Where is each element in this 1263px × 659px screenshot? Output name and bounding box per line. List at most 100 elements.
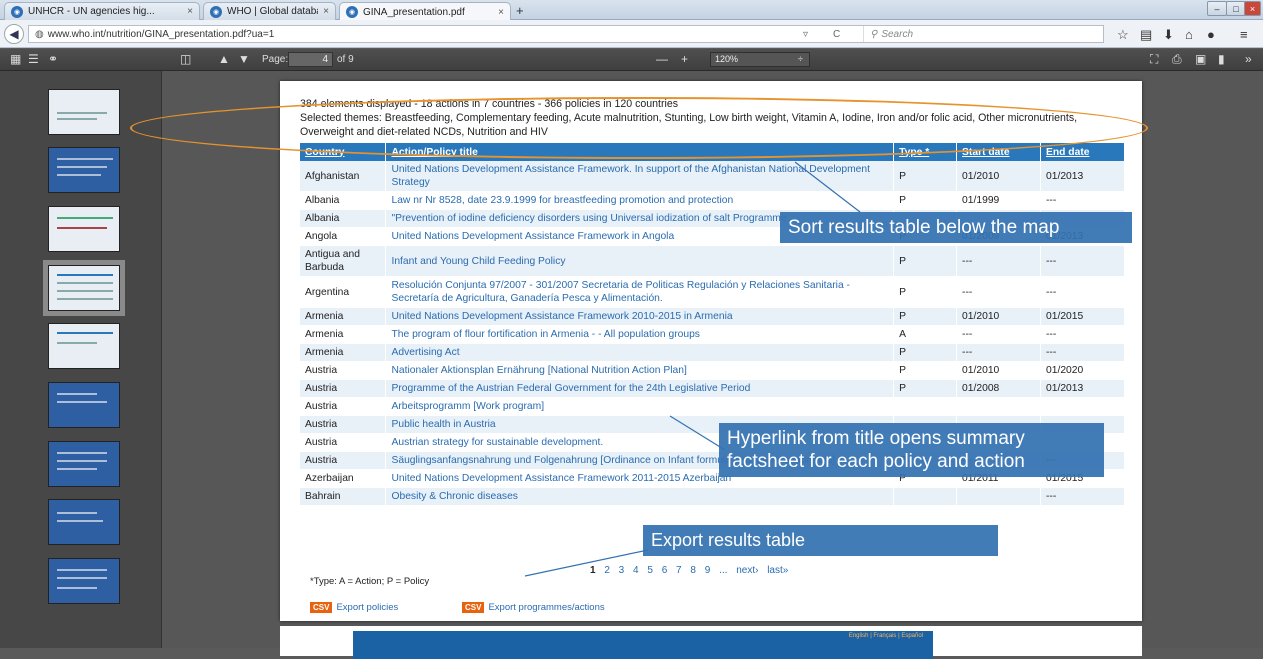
country-cell: Austria <box>300 379 387 398</box>
save-icon[interactable]: ▣ <box>1195 52 1206 66</box>
presentation-mode-icon[interactable]: ⛶ <box>1150 52 1158 67</box>
end-date-cell: --- <box>1040 191 1125 210</box>
zoom-in-button[interactable]: + <box>681 52 688 66</box>
csv-icon: CSV <box>462 602 485 613</box>
page-thumbnail-3[interactable] <box>48 206 120 252</box>
title-link[interactable]: Advertising Act <box>385 343 895 362</box>
zoom-select[interactable]: 120% ÷ <box>710 52 810 67</box>
chat-icon[interactable]: ● <box>1207 27 1215 42</box>
export-policies-link[interactable]: CSV Export policies <box>310 602 398 613</box>
type-cell: P <box>893 191 958 210</box>
bookmark-star-icon[interactable]: ☆ <box>1117 27 1129 43</box>
type-cell: P <box>893 276 958 308</box>
page-count: of 9 <box>337 54 354 65</box>
country-cell: Afghanistan <box>300 161 387 192</box>
address-bar[interactable]: ◍ www.who.int/nutrition/GINA_presentatio… <box>28 25 1104 43</box>
page-thumbnail-6[interactable] <box>48 382 120 428</box>
title-link[interactable]: Nationaler Aktionsplan Ernährung [Nation… <box>385 361 895 380</box>
bookmark-icon[interactable]: ▮ <box>1218 52 1225 66</box>
tools-icon[interactable]: » <box>1245 52 1252 66</box>
previous-page-icon[interactable]: ▲ <box>218 52 230 66</box>
page-thumbnail-2[interactable] <box>48 147 120 193</box>
title-link[interactable]: Programme of the Austrian Federal Govern… <box>385 379 895 398</box>
title-link[interactable]: Obesity & Chronic diseases <box>385 487 895 506</box>
page-thumbnail-4[interactable] <box>43 260 125 316</box>
start-date-cell <box>956 487 1041 506</box>
page-thumbnail-1[interactable] <box>48 89 120 135</box>
start-date-cell: 01/2010 <box>956 307 1041 326</box>
title-link[interactable]: Resolución Conjunta 97/2007 - 301/2007 S… <box>385 276 895 308</box>
toggle-sidebar-icon[interactable]: ◫ <box>180 52 191 66</box>
table-row: Austria Programme of the Austrian Federal… <box>300 379 1125 398</box>
type-cell: P <box>893 379 958 398</box>
page-links[interactable]: 2 3 4 5 6 7 8 9 <box>604 565 710 576</box>
page-thumbnail-7[interactable] <box>48 441 120 487</box>
page-label: Page: <box>262 54 289 65</box>
title-link[interactable]: The program of flour fortification in Ar… <box>385 325 895 344</box>
type-footnote: *Type: A = Action; P = Policy <box>310 576 430 587</box>
end-date-cell: 01/2020 <box>1040 361 1125 380</box>
end-date-cell <box>1040 397 1125 416</box>
type-cell <box>893 397 958 416</box>
new-tab-button[interactable]: + <box>516 3 524 18</box>
thumbnail-view-icon[interactable]: ▦ <box>10 52 21 66</box>
globe-icon: ◍ <box>35 28 44 40</box>
zoom-out-button[interactable]: — <box>656 52 668 66</box>
menu-icon[interactable]: ≡ <box>1240 27 1248 42</box>
who-favicon-icon: ◉ <box>346 6 358 18</box>
country-cell: Albania <box>300 191 387 210</box>
title-link[interactable]: Infant and Young Child Feeding Policy <box>385 245 895 277</box>
page-thumbnail-9[interactable] <box>48 558 120 604</box>
dropdown-icon[interactable]: ▿ <box>803 29 833 40</box>
who-favicon-icon: ◉ <box>210 5 222 18</box>
print-icon[interactable]: ⎙ <box>1172 52 1182 67</box>
page-thumbnail-5[interactable] <box>48 323 120 369</box>
start-date-cell: 01/2010 <box>956 161 1041 192</box>
end-date-cell: 01/2013 <box>1040 161 1125 192</box>
title-link[interactable]: Arbeitsprogramm [Work program] <box>385 397 895 416</box>
tab-who[interactable]: ◉ WHO | Global database on ... × <box>203 2 336 20</box>
tab-unhcr[interactable]: ◉ UNHCR - UN agencies hig... × <box>4 2 200 20</box>
reload-button[interactable]: C <box>833 29 863 40</box>
table-row: Armenia Advertising Act P --- --- <box>300 343 1125 362</box>
country-cell: Albania <box>300 209 387 228</box>
export-programmes-link[interactable]: CSV Export programmes/actions <box>462 602 605 613</box>
close-tab-icon[interactable]: × <box>323 6 329 17</box>
highlight-oval <box>130 97 1148 159</box>
table-row: Albania Law nr Nr 8528, date 23.9.1999 fo… <box>300 191 1125 210</box>
table-row: Armenia United Nations Development Assist… <box>300 307 1125 326</box>
attachments-icon[interactable]: ⚭ <box>48 52 58 66</box>
next-last-links[interactable]: ... next› last» <box>719 565 788 576</box>
next-pdf-page: English | Français | Español <box>280 626 1142 659</box>
country-cell: Austria <box>300 451 387 470</box>
window-close-button[interactable]: × <box>1244 1 1261 16</box>
title-link[interactable]: United Nations Development Assistance Fr… <box>385 307 895 326</box>
close-tab-icon[interactable]: × <box>498 7 504 18</box>
outline-view-icon[interactable]: ☰ <box>28 52 39 66</box>
reading-list-icon[interactable]: ▤ <box>1140 27 1152 43</box>
page-thumbnail-8[interactable] <box>48 499 120 545</box>
tab-gina-pdf[interactable]: ◉ GINA_presentation.pdf × <box>339 2 511 21</box>
country-cell: Armenia <box>300 325 387 344</box>
country-cell: Armenia <box>300 343 387 362</box>
minimize-button[interactable]: – <box>1207 1 1227 16</box>
close-tab-icon[interactable]: × <box>187 6 193 17</box>
next-page-icon[interactable]: ▼ <box>238 52 250 66</box>
callout-export: Export results table <box>643 525 998 556</box>
chevron-down-icon: ÷ <box>798 54 803 64</box>
back-button[interactable]: ◀ <box>4 24 24 44</box>
type-cell: P <box>893 343 958 362</box>
page-number-input[interactable]: 4 <box>288 52 333 67</box>
language-links: English | Français | Español <box>848 633 923 639</box>
tab-label: WHO | Global database on ... <box>227 6 318 17</box>
type-cell: P <box>893 361 958 380</box>
maximize-button[interactable]: □ <box>1226 1 1246 16</box>
type-cell <box>893 487 958 506</box>
search-input[interactable]: ⚲ Search <box>863 26 1103 42</box>
start-date-cell: 01/2008 <box>956 379 1041 398</box>
callout-sort: Sort results table below the map <box>780 212 1132 243</box>
title-link[interactable]: United Nations Development Assistance Fr… <box>385 161 895 192</box>
download-icon[interactable]: ⬇ <box>1163 27 1174 43</box>
title-link[interactable]: Law nr Nr 8528, date 23.9.1999 for breas… <box>385 191 895 210</box>
home-icon[interactable]: ⌂ <box>1185 27 1193 42</box>
